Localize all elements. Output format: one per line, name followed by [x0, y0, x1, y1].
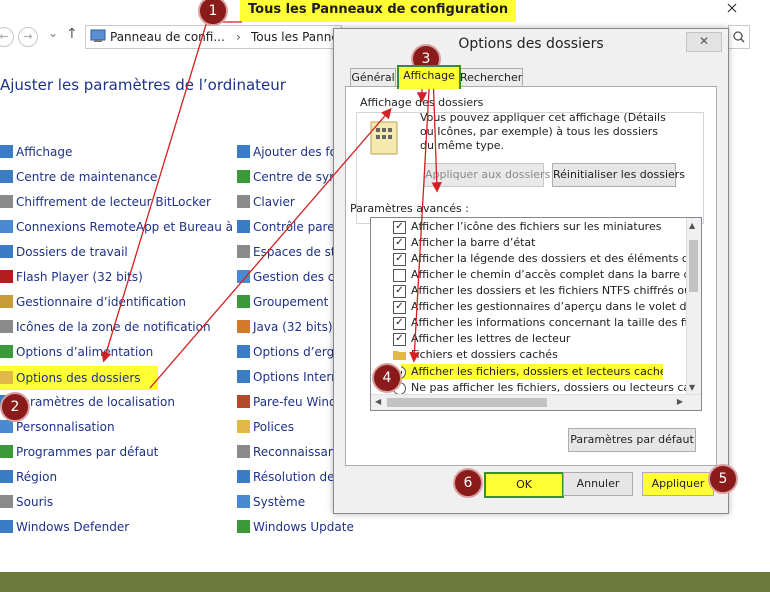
arrow-2	[149, 108, 392, 389]
step-badge-6: 6	[453, 468, 483, 498]
arrow-1	[101, 17, 209, 363]
step-badge-4: 4	[372, 363, 402, 393]
step-badge-5: 5	[708, 464, 738, 494]
arrow-3b	[409, 71, 431, 363]
arrow-3c	[431, 71, 442, 193]
annotation-arrows	[101, 17, 442, 389]
step-badge-2: 2	[0, 392, 30, 422]
tab-affichage[interactable]: Affichage	[397, 65, 461, 89]
